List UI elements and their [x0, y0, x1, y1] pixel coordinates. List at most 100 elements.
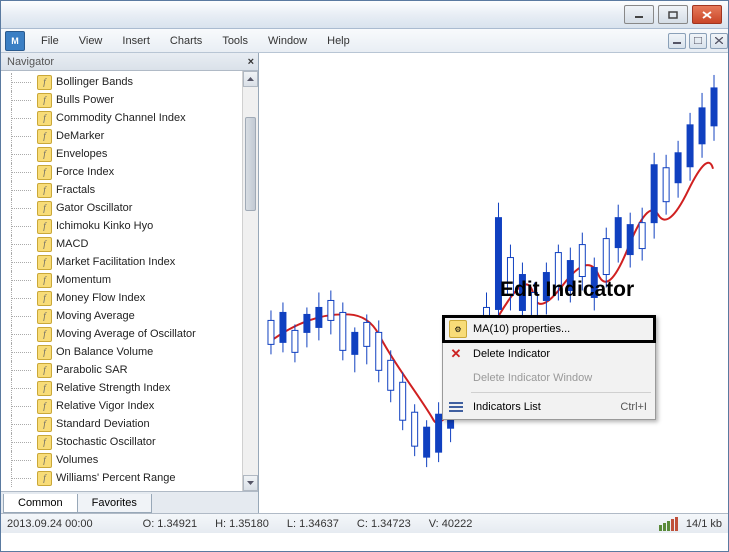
status-bar: 2013.09.24 00:00 O: 1.34921 H: 1.35180 L… [1, 513, 728, 533]
menu-bar: M File View Insert Charts Tools Window H… [1, 29, 728, 53]
navigator-item-label: Standard Deviation [56, 418, 150, 430]
navigator-title: Navigator [7, 56, 54, 68]
navigator-scrollbar[interactable] [242, 71, 258, 491]
navigator-item[interactable]: fIchimoku Kinko Hyo [1, 217, 258, 235]
indicator-icon: f [37, 201, 52, 216]
status-volume: V: 40222 [429, 518, 473, 530]
minimize-button[interactable] [624, 5, 654, 24]
indicator-icon: f [37, 75, 52, 90]
navigator-item[interactable]: fRelative Vigor Index [1, 397, 258, 415]
status-low: L: 1.34637 [287, 518, 339, 530]
indicator-icon: f [37, 381, 52, 396]
navigator-header: Navigator × [1, 53, 258, 71]
menu-insert[interactable]: Insert [112, 32, 160, 50]
navigator-item[interactable]: fVolumes [1, 451, 258, 469]
app-icon: M [5, 31, 25, 51]
indicator-icon: f [37, 363, 52, 378]
scroll-up-button[interactable] [243, 71, 258, 87]
ctx-properties-label: MA(10) properties... [473, 323, 570, 335]
menu-view[interactable]: View [69, 32, 113, 50]
ctx-properties[interactable]: ⚙ MA(10) properties... [442, 315, 656, 343]
ctx-indicators-list[interactable]: Indicators List Ctrl+I [443, 395, 655, 419]
gear-icon: ⚙ [449, 320, 467, 338]
navigator-item[interactable]: f MACD [1, 235, 258, 253]
list-icon [447, 398, 465, 416]
navigator-item-label: Bollinger Bands [56, 76, 133, 88]
navigator-item[interactable]: f Bollinger Bands [1, 73, 258, 91]
indicator-icon: f [37, 147, 52, 162]
menu-tools[interactable]: Tools [212, 32, 258, 50]
status-datetime: 2013.09.24 00:00 [7, 518, 93, 530]
navigator-item-label: DeMarker [56, 130, 104, 142]
menu-window[interactable]: Window [258, 32, 317, 50]
navigator-item[interactable]: f On Balance Volume [1, 343, 258, 361]
indicator-icon: f [37, 399, 52, 414]
tab-common[interactable]: Common [3, 494, 78, 513]
tab-favorites[interactable]: Favorites [77, 494, 152, 513]
navigator-item[interactable]: fMarket Facilitation Index [1, 253, 258, 271]
indicator-icon: f [37, 471, 52, 486]
mdi-restore-button[interactable] [689, 33, 707, 49]
navigator-item[interactable]: f Gator Oscillator [1, 199, 258, 217]
navigator-item[interactable]: fBulls Power [1, 91, 258, 109]
navigator-item[interactable]: f DeMarker [1, 127, 258, 145]
navigator-item[interactable]: fMoving Average of Oscillator [1, 325, 258, 343]
indicator-icon: f [37, 255, 52, 270]
window-titlebar [1, 1, 728, 29]
indicator-icon: f [37, 111, 52, 126]
navigator-item-label: Force Index [56, 166, 114, 178]
indicator-icon: f [37, 129, 52, 144]
navigator-item[interactable]: fWilliams' Percent Range [1, 469, 258, 487]
navigator-item[interactable]: f Momentum [1, 271, 258, 289]
indicator-icon: f [37, 183, 52, 198]
status-kb: 14/1 kb [686, 518, 722, 530]
navigator-item[interactable]: f Parabolic SAR [1, 361, 258, 379]
ctx-delete-window: Delete Indicator Window [443, 366, 655, 390]
navigator-item-label: Commodity Channel Index [56, 112, 186, 124]
navigator-item-label: Moving Average [56, 310, 135, 322]
navigator-item-label: Parabolic SAR [56, 364, 128, 376]
navigator-item[interactable]: fRelative Strength Index [1, 379, 258, 397]
indicator-icon: f [37, 309, 52, 324]
navigator-item[interactable]: f Standard Deviation [1, 415, 258, 433]
ctx-delete-label: Delete Indicator [473, 348, 550, 360]
navigator-item[interactable]: fMoney Flow Index [1, 289, 258, 307]
menu-help[interactable]: Help [317, 32, 360, 50]
navigator-item-label: Momentum [56, 274, 111, 286]
navigator-item-label: Stochastic Oscillator [56, 436, 156, 448]
navigator-item-label: MACD [56, 238, 88, 250]
navigator-item[interactable]: f Force Index [1, 163, 258, 181]
ctx-delete-indicator[interactable]: ✕ Delete Indicator [443, 342, 655, 366]
mdi-minimize-button[interactable] [668, 33, 686, 49]
indicator-icon: f [37, 345, 52, 360]
maximize-button[interactable] [658, 5, 688, 24]
navigator-close-icon[interactable]: × [248, 56, 254, 68]
navigator-item[interactable]: fEnvelopes [1, 145, 258, 163]
scroll-thumb[interactable] [245, 117, 256, 211]
navigator-item-label: Gator Oscillator [56, 202, 132, 214]
context-menu: ⚙ MA(10) properties... ✕ Delete Indicato… [442, 315, 656, 420]
menu-charts[interactable]: Charts [160, 32, 212, 50]
indicator-icon: f [37, 237, 52, 252]
navigator-item-label: Volumes [56, 454, 98, 466]
chart-area[interactable] [259, 53, 728, 513]
navigator-tabs: Common Favorites [1, 491, 258, 513]
menu-file[interactable]: File [31, 32, 69, 50]
mdi-close-button[interactable] [710, 33, 728, 49]
ctx-list-label: Indicators List [473, 401, 541, 413]
navigator-item[interactable]: f Commodity Channel Index [1, 109, 258, 127]
navigator-item[interactable]: fStochastic Oscillator [1, 433, 258, 451]
close-button[interactable] [692, 5, 722, 24]
navigator-item-label: Fractals [56, 184, 95, 196]
navigator-tree[interactable]: fBollinger BandsfBulls PowerfCommodity C… [1, 71, 258, 491]
navigator-item[interactable]: f Moving Average [1, 307, 258, 325]
status-close: C: 1.34723 [357, 518, 411, 530]
navigator-item[interactable]: f Fractals [1, 181, 258, 199]
indicator-icon: f [37, 417, 52, 432]
navigator-item-label: On Balance Volume [56, 346, 153, 358]
indicator-icon: f [37, 273, 52, 288]
scroll-down-button[interactable] [243, 475, 258, 491]
navigator-item-label: Bulls Power [56, 94, 114, 106]
indicator-icon: f [37, 165, 52, 180]
navigator-item-label: Moving Average of Oscillator [56, 328, 196, 340]
